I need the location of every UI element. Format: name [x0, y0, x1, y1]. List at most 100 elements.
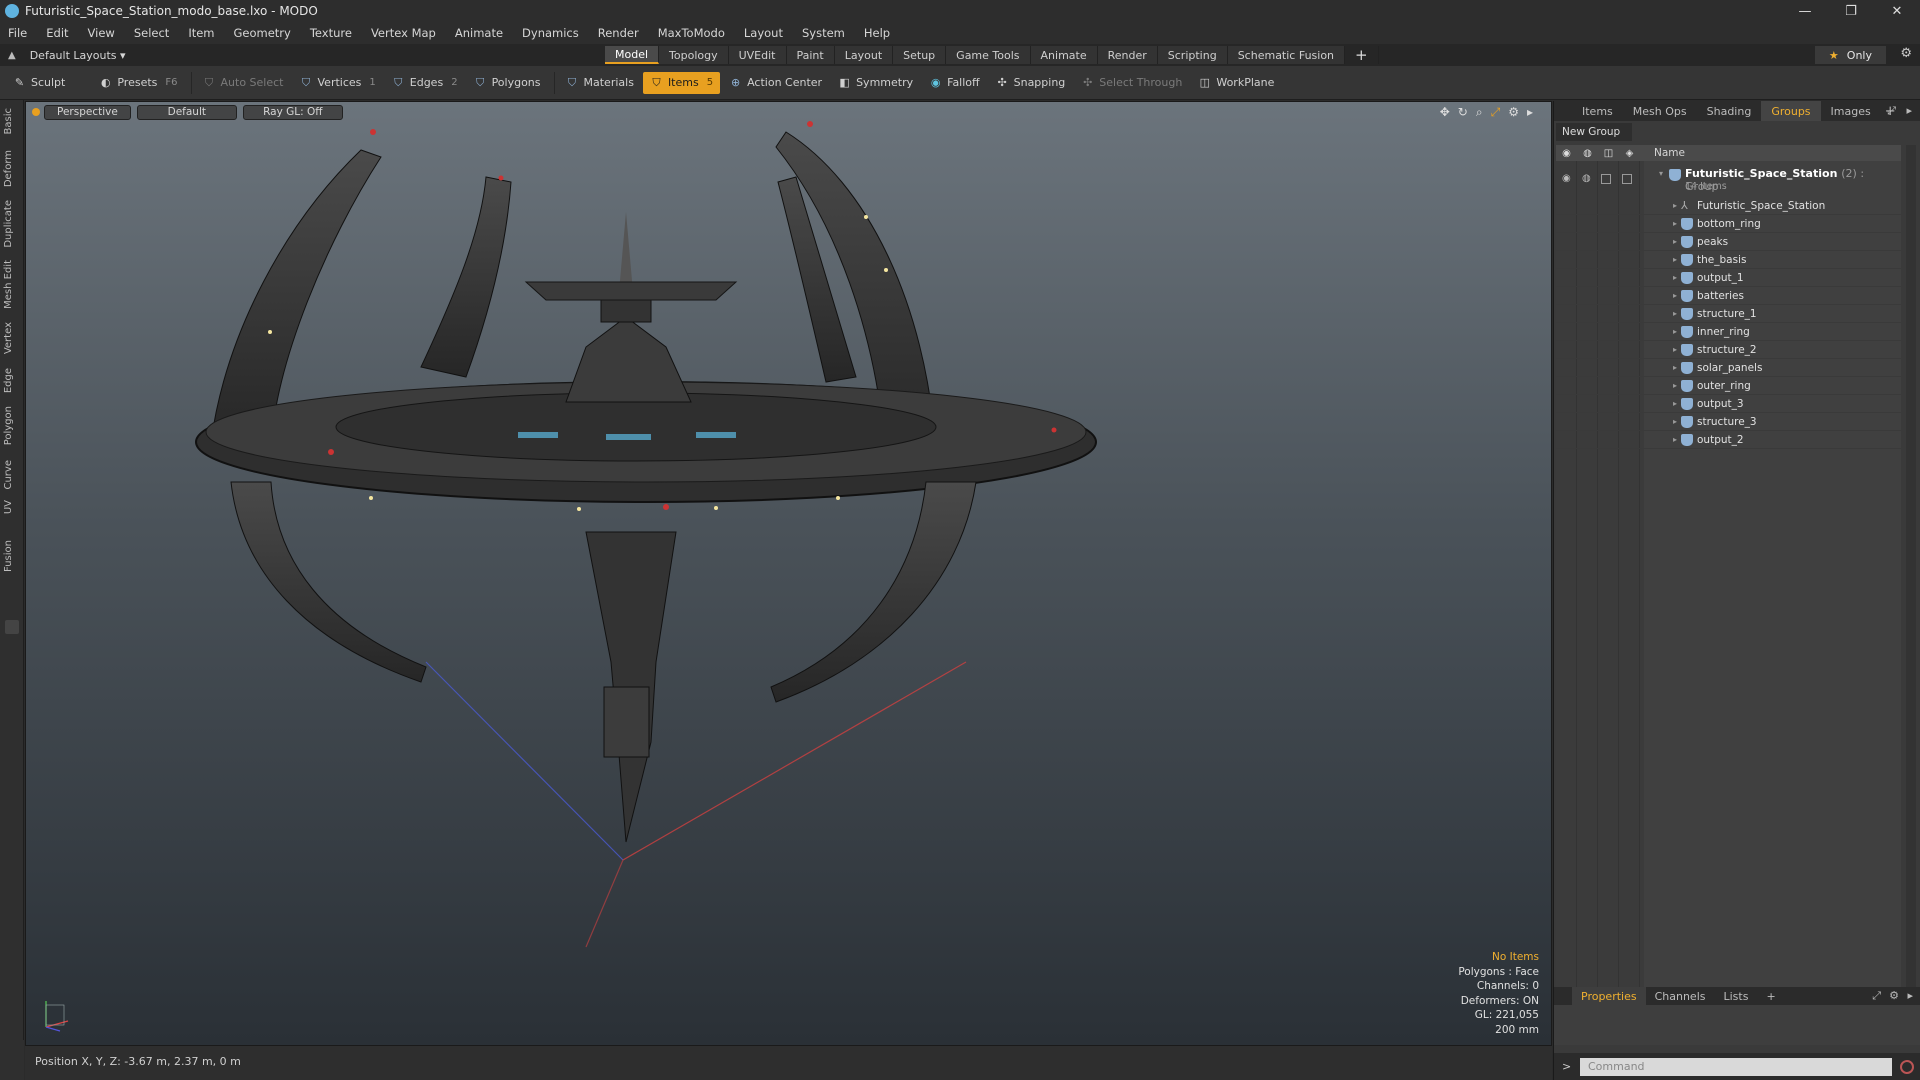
menu-view[interactable]: View	[88, 26, 115, 40]
tab-model[interactable]: Model	[605, 46, 660, 64]
record-macro-icon[interactable]	[1900, 1059, 1914, 1074]
tab-uvedit[interactable]: UVEdit	[728, 46, 787, 64]
raygl-toggle[interactable]: Ray GL: Off	[242, 104, 343, 120]
tab-setup[interactable]: Setup	[893, 46, 947, 64]
select-column-icon[interactable]: ◈	[1619, 148, 1640, 159]
tab-layout[interactable]: Layout	[834, 46, 894, 64]
vertices-button[interactable]: ⛉ Vertices 1	[293, 72, 383, 94]
lefttab-vertex[interactable]: Vertex	[3, 322, 14, 354]
view-mode-selector[interactable]: Perspective	[44, 104, 131, 120]
list-item[interactable]: ▸ batteries	[1556, 287, 1901, 305]
edges-button[interactable]: ⛉ Edges 2	[385, 72, 465, 94]
lefttab-deform[interactable]: Deform	[3, 150, 14, 187]
3d-viewport[interactable]: Perspective Default Ray GL: Off ✥ ↻ ⌕ ⤢ …	[25, 101, 1552, 1046]
menu-maxtomodo[interactable]: MaxToModo	[658, 26, 725, 40]
list-item[interactable]: ▸ solar_panels	[1556, 359, 1901, 377]
tab-shading[interactable]: Shading	[1697, 101, 1762, 121]
polygons-button[interactable]: ⛉ Polygons	[467, 72, 548, 94]
tab-images[interactable]: Images	[1821, 101, 1881, 121]
list-item[interactable]: ▸ the_basis	[1556, 251, 1901, 269]
tab-scripting[interactable]: Scripting	[1157, 46, 1228, 64]
menu-edit[interactable]: Edit	[46, 26, 68, 40]
lefttab-polygon[interactable]: Polygon	[3, 406, 14, 445]
list-item[interactable]: ▸ structure_2	[1556, 341, 1901, 359]
falloff-button[interactable]: ◉ Falloff	[922, 72, 986, 94]
list-item[interactable]: ▸ output_2	[1556, 431, 1901, 449]
name-column-header[interactable]: Name	[1644, 147, 1685, 159]
lefttab-fusion[interactable]: Fusion	[3, 540, 14, 572]
lefttab-mesh-edit[interactable]: Mesh Edit	[3, 260, 14, 309]
tab-channels[interactable]: Channels	[1646, 987, 1715, 1005]
action-center-button[interactable]: ⊕ Action Center	[722, 72, 829, 94]
menu-layout[interactable]: Layout	[744, 26, 783, 40]
render-column-icon[interactable]: ◍	[1577, 148, 1598, 159]
lefttab-uv[interactable]: UV	[3, 500, 14, 514]
list-item[interactable]: ▸ output_1	[1556, 269, 1901, 287]
panel-expand-icon[interactable]: ⤢	[1887, 104, 1896, 118]
list-item[interactable]: ▸ bottom_ring	[1556, 215, 1901, 233]
render-toggle-icon[interactable]: ◍	[1582, 173, 1591, 184]
tab-lists[interactable]: Lists	[1715, 987, 1758, 1005]
panel-menu-arrow-icon[interactable]: ▸	[1906, 104, 1912, 117]
tab-topology[interactable]: Topology	[659, 46, 729, 64]
collapse-arrow-icon[interactable]: ▾	[1659, 169, 1663, 178]
lefttab-duplicate[interactable]: Duplicate	[3, 200, 14, 248]
menu-dynamics[interactable]: Dynamics	[522, 26, 579, 40]
pan-icon[interactable]: ✥	[1440, 105, 1450, 120]
layout-switcher[interactable]: ▲ Default Layouts ▾	[0, 49, 605, 62]
properties-expand-icon[interactable]: ⤢	[1872, 989, 1881, 1003]
command-history-icon[interactable]: >	[1562, 1060, 1574, 1073]
gear-icon[interactable]: ⚙	[1900, 46, 1912, 61]
tab-schematic-fusion[interactable]: Schematic Fusion	[1227, 46, 1346, 64]
restore-button[interactable]: ❐	[1828, 0, 1874, 22]
only-toggle-button[interactable]: ★ Only	[1814, 46, 1886, 64]
list-item[interactable]: ▸ output_3	[1556, 395, 1901, 413]
lefttab-curve[interactable]: Curve	[3, 460, 14, 490]
menu-render[interactable]: Render	[598, 26, 639, 40]
close-button[interactable]: ✕	[1874, 0, 1920, 22]
menu-system[interactable]: System	[802, 26, 845, 40]
menu-animate[interactable]: Animate	[455, 26, 503, 40]
layout-expand-icon[interactable]: ▲	[8, 50, 16, 61]
items-button[interactable]: ⛉ Items 5	[642, 71, 721, 94]
menu-select[interactable]: Select	[134, 26, 169, 40]
properties-menu-arrow-icon[interactable]: ▸	[1907, 989, 1913, 1002]
list-item[interactable]: ▸ outer_ring	[1556, 377, 1901, 395]
materials-button[interactable]: ⛉ Materials	[559, 72, 641, 94]
list-item[interactable]: ▸ inner_ring	[1556, 323, 1901, 341]
tab-game-tools[interactable]: Game Tools	[946, 46, 1031, 64]
symmetry-button[interactable]: ◧ Symmetry	[831, 72, 920, 94]
viewport-menu-arrow-icon[interactable]: ▸	[1527, 105, 1533, 120]
auto-select-button[interactable]: ⛉ Auto Select	[196, 72, 291, 94]
fit-icon[interactable]: ⤢	[1491, 105, 1501, 120]
group-row[interactable]: ◉ ◍ ▾ Futuristic_Space_Station (2) : Gro…	[1556, 167, 1901, 197]
tab-properties[interactable]: Properties	[1572, 987, 1646, 1005]
viewport-settings-icon[interactable]: ⚙	[1508, 105, 1519, 120]
select-through-button[interactable]: ✣ Select Through	[1074, 72, 1189, 94]
tab-paint[interactable]: Paint	[786, 46, 835, 64]
sculpt-button[interactable]: ✎ Sculpt	[6, 72, 72, 94]
rotate-icon[interactable]: ↻	[1458, 105, 1468, 120]
menu-help[interactable]: Help	[864, 26, 890, 40]
lock-column-icon[interactable]: ◫	[1598, 148, 1619, 159]
select-checkbox[interactable]	[1622, 174, 1632, 184]
menu-texture[interactable]: Texture	[310, 26, 352, 40]
menu-item[interactable]: Item	[188, 26, 214, 40]
lefttab-basic[interactable]: Basic	[3, 108, 14, 134]
add-tab-icon[interactable]: +	[1345, 46, 1379, 64]
eye-icon[interactable]: ◉	[1562, 173, 1571, 184]
list-item[interactable]: ▸ ⅄ Futuristic_Space_Station	[1556, 197, 1901, 215]
zoom-icon[interactable]: ⌕	[1476, 105, 1483, 120]
command-input[interactable]	[1580, 1057, 1892, 1076]
lefttab-collapse-icon[interactable]	[5, 620, 19, 634]
tab-items[interactable]: Items	[1572, 101, 1623, 121]
new-group-button[interactable]: New Group	[1556, 123, 1632, 141]
lock-checkbox[interactable]	[1601, 174, 1611, 184]
list-item[interactable]: ▸ peaks	[1556, 233, 1901, 251]
menu-geometry[interactable]: Geometry	[234, 26, 291, 40]
menu-vertex-map[interactable]: Vertex Map	[371, 26, 436, 40]
visibility-column-icon[interactable]: ◉	[1556, 148, 1577, 159]
list-item[interactable]: ▸ structure_3	[1556, 413, 1901, 431]
presets-button[interactable]: ◐ Presets F6	[92, 72, 184, 94]
properties-gear-icon[interactable]: ⚙	[1889, 989, 1899, 1002]
